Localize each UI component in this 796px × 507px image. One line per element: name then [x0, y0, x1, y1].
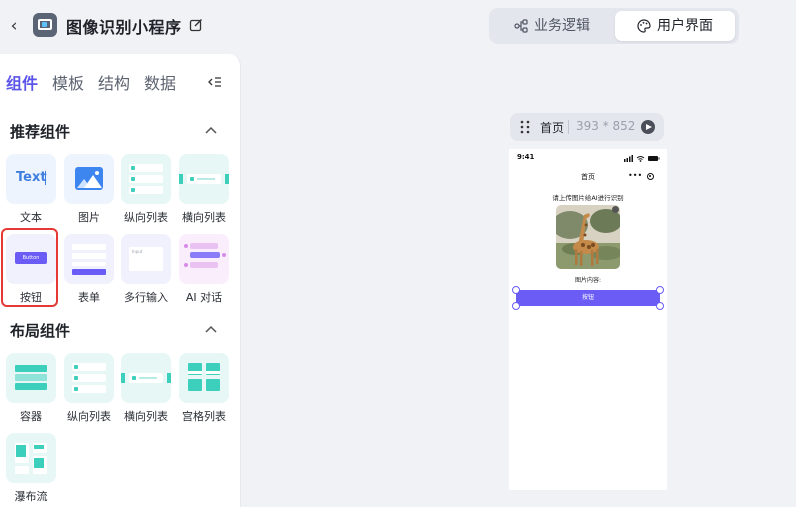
- component-container[interactable]: 容器: [6, 353, 56, 424]
- tab-components[interactable]: 组件: [6, 70, 38, 94]
- textarea-icon: Input: [121, 234, 171, 284]
- component-label: 横向列表: [182, 211, 226, 224]
- component-textarea[interactable]: Input 多行输入: [121, 234, 171, 305]
- business-logic-label: 业务逻辑: [534, 18, 590, 34]
- tab-templates[interactable]: 模板: [52, 70, 84, 94]
- edit-icon[interactable]: [189, 18, 203, 32]
- tab-data[interactable]: 数据: [144, 70, 176, 94]
- nav-title: 首页: [581, 173, 595, 181]
- component-label: AI 对话: [185, 291, 223, 304]
- user-interface-tab[interactable]: 用户界面: [615, 11, 735, 41]
- panel-tabs: 组件 模板 结构 数据: [6, 70, 176, 94]
- component-horizontal-list-layout[interactable]: 横向列表: [121, 353, 171, 424]
- vertical-list-icon: [121, 154, 171, 204]
- top-bar: ‹ 图像识别小程序 业务逻辑 用户界面: [0, 0, 796, 54]
- back-icon[interactable]: ‹: [6, 14, 22, 38]
- uploaded-photo: [556, 205, 620, 269]
- drag-handle-icon[interactable]: [520, 120, 530, 134]
- resize-handle[interactable]: [512, 286, 520, 294]
- resize-handle[interactable]: [656, 286, 664, 294]
- remove-photo-icon[interactable]: [612, 206, 619, 213]
- text-icon: Text: [6, 154, 56, 204]
- mode-switch: 业务逻辑 用户界面: [489, 8, 739, 44]
- container-icon: [6, 353, 56, 403]
- page-name: 首页: [540, 121, 565, 135]
- ai-chat-icon: [179, 234, 229, 284]
- section-title-layout: 布局组件: [10, 322, 71, 340]
- app-title: 图像识别小程序: [66, 18, 182, 37]
- component-label: 宫格列表: [182, 410, 226, 423]
- upload-prompt: 请上传图片给AI进行识别: [552, 194, 624, 202]
- component-label: 瀑布流: [14, 490, 48, 503]
- component-vertical-list-layout[interactable]: 纵向列表: [64, 353, 114, 424]
- status-icons: [624, 155, 660, 162]
- component-text[interactable]: Text 文本: [6, 154, 56, 225]
- component-horizontal-list[interactable]: 横向列表: [179, 154, 229, 225]
- app-icon: [33, 13, 57, 37]
- resize-handle[interactable]: [512, 302, 520, 310]
- horizontal-list-icon: [179, 154, 229, 204]
- section-title-recommended: 推荐组件: [10, 123, 71, 141]
- phone-preview[interactable]: 9:41 首页 ••• 请上传图片给AI进行识别 图片内容: 按钮: [509, 149, 667, 490]
- business-logic-tab[interactable]: 业务逻辑: [493, 11, 611, 41]
- component-image[interactable]: 图片: [64, 154, 114, 225]
- palette-icon: [637, 19, 651, 33]
- phone-button[interactable]: 按钮: [516, 290, 660, 306]
- image-icon: [64, 154, 114, 204]
- user-interface-label: 用户界面: [657, 18, 713, 34]
- divider: [568, 120, 569, 134]
- horizontal-list-icon: [121, 353, 171, 403]
- selection-highlight: [1, 228, 58, 307]
- page-size: 393 * 852: [576, 119, 636, 133]
- waterfall-icon: [6, 433, 56, 483]
- collapse-panel-icon[interactable]: [207, 74, 223, 90]
- component-panel: 组件 模板 结构 数据 推荐组件 Text 文本 图片 纵向列表 横向列表 Bu…: [0, 54, 241, 507]
- component-grid-list[interactable]: 宫格列表: [179, 353, 229, 424]
- component-waterfall[interactable]: 瀑布流: [6, 433, 56, 504]
- vertical-list-icon: [64, 353, 114, 403]
- tab-structure[interactable]: 结构: [98, 70, 130, 94]
- component-form[interactable]: 表单: [64, 234, 114, 305]
- image-content-label: 图片内容:: [574, 277, 602, 284]
- grid-list-icon: [179, 353, 229, 403]
- form-icon: [64, 234, 114, 284]
- play-icon[interactable]: [641, 120, 655, 134]
- flow-icon: [514, 19, 528, 33]
- status-time: 9:41: [517, 153, 535, 161]
- target-icon[interactable]: [647, 173, 654, 180]
- giraffe-image: [556, 205, 620, 269]
- resize-handle[interactable]: [656, 302, 664, 310]
- component-ai-chat[interactable]: AI 对话: [179, 234, 229, 305]
- component-vertical-list[interactable]: 纵向列表: [121, 154, 171, 225]
- page-selector[interactable]: 首页 393 * 852: [510, 113, 664, 141]
- chevron-up-icon[interactable]: [204, 124, 218, 138]
- more-icon[interactable]: •••: [628, 171, 642, 180]
- chevron-up-icon[interactable]: [204, 323, 218, 337]
